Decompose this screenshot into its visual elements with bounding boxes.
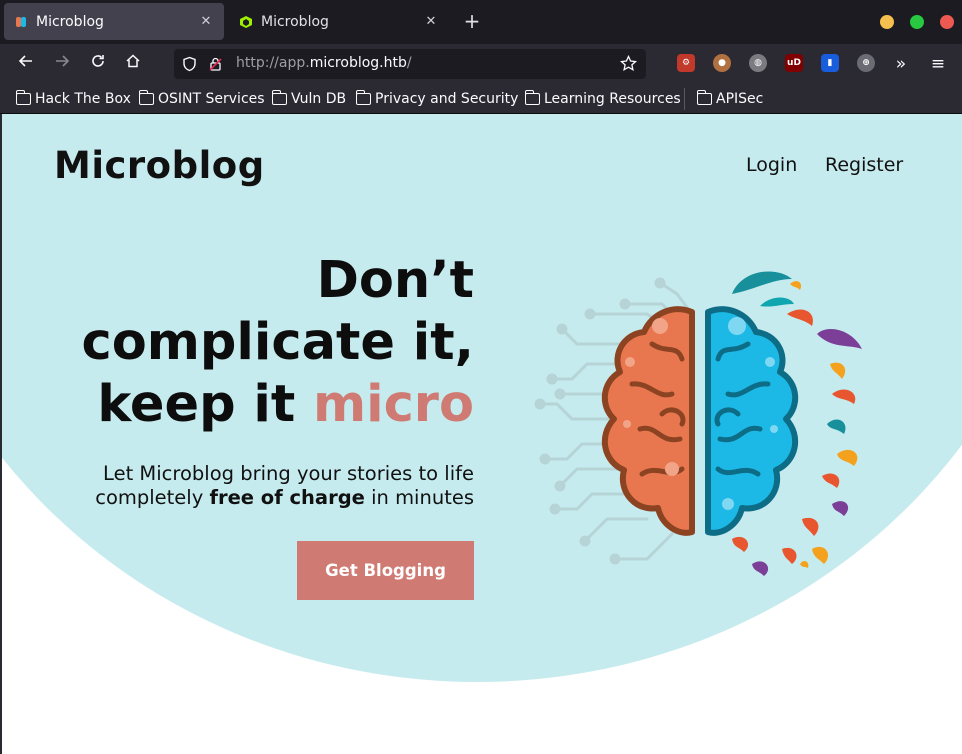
bookmarks-separator — [684, 88, 685, 110]
get-blogging-button[interactable]: Get Blogging — [297, 541, 474, 600]
headline-line-3: keep it micro — [97, 375, 474, 434]
bookmark-folder-privacy-and-security[interactable]: Privacy and Security — [355, 89, 518, 109]
tab-title: Microblog — [261, 13, 329, 30]
tab-microblog-active[interactable]: Microblog ✕ — [4, 3, 224, 40]
close-tab-icon[interactable]: ✕ — [198, 14, 214, 29]
bookmark-star-icon[interactable] — [620, 54, 637, 76]
close-tab-icon[interactable]: ✕ — [423, 14, 439, 29]
url-text[interactable]: http://app.microblog.htb/ — [236, 55, 412, 71]
headline-line-1: Don’t — [316, 251, 474, 310]
folder-icon — [696, 90, 712, 105]
back-icon[interactable] — [14, 52, 38, 76]
reload-icon[interactable] — [86, 52, 110, 76]
address-bar[interactable]: http://app.microblog.htb/ — [174, 49, 646, 79]
page-content: Microblog Login Register Don’t complicat… — [0, 114, 962, 754]
folder-icon — [271, 90, 287, 105]
forward-icon[interactable] — [50, 52, 74, 76]
cookie-extension-icon[interactable]: ● — [713, 54, 731, 72]
tab-title: Microblog — [36, 13, 104, 30]
hero-subtext: Let Microblog bring your stories to life… — [95, 462, 474, 509]
login-link[interactable]: Login — [746, 154, 797, 176]
navigation-toolbar: http://app.microblog.htb/ ⚙ ● ◍ uD ▮ ⊕ »… — [0, 44, 962, 84]
globe-extension-icon[interactable]: ⊕ — [857, 54, 875, 72]
headline-accent-word: micro — [312, 375, 474, 434]
ublock-origin-icon[interactable]: uD — [785, 54, 803, 72]
more-extensions-icon[interactable]: » — [889, 52, 913, 76]
proxy-extension-icon[interactable]: ◍ — [749, 54, 767, 72]
maximize-window-button[interactable] — [910, 15, 924, 29]
close-window-button[interactable] — [940, 15, 954, 29]
tab-microblog-inactive[interactable]: Microblog ✕ — [229, 3, 449, 40]
headline-line-2: complicate it, — [81, 313, 475, 372]
bookmark-folder-vuln-db[interactable]: Vuln DB — [271, 89, 346, 109]
bookmarks-toolbar: Hack The Box OSINT Services Vuln DB Priv… — [0, 84, 962, 114]
minimize-window-button[interactable] — [880, 15, 894, 29]
register-link[interactable]: Register — [825, 154, 903, 176]
free-of-charge-emphasis: free of charge — [209, 486, 365, 509]
tab-bar: Microblog ✕ Microblog ✕ + — [0, 0, 962, 44]
new-tab-icon[interactable]: + — [461, 10, 483, 32]
folder-icon — [15, 90, 31, 105]
hamburger-menu-icon[interactable]: ≡ — [926, 52, 950, 76]
bookmark-folder-learning-resources[interactable]: Learning Resources — [524, 89, 681, 109]
home-icon[interactable] — [121, 52, 145, 76]
folder-icon — [524, 90, 540, 105]
bitwarden-icon[interactable]: ▮ — [821, 54, 839, 72]
site-logo[interactable]: Microblog — [54, 144, 265, 187]
insecure-lock-icon[interactable] — [208, 56, 223, 76]
hacktools-extension-icon[interactable]: ⚙ — [677, 54, 695, 72]
folder-icon — [138, 90, 154, 105]
brain-illustration-icon — [534, 271, 862, 576]
folder-icon — [355, 90, 371, 105]
hero-headline: Don’t complicate it, keep it micro — [42, 250, 475, 436]
bookmark-folder-apisec[interactable]: APISec — [696, 89, 763, 109]
bookmark-folder-osint-services[interactable]: OSINT Services — [138, 89, 265, 109]
bookmark-folder-hack-the-box[interactable]: Hack The Box — [15, 89, 131, 109]
microblog-favicon-icon — [14, 15, 28, 29]
htb-favicon-icon — [239, 15, 253, 29]
shield-icon[interactable] — [182, 56, 197, 76]
